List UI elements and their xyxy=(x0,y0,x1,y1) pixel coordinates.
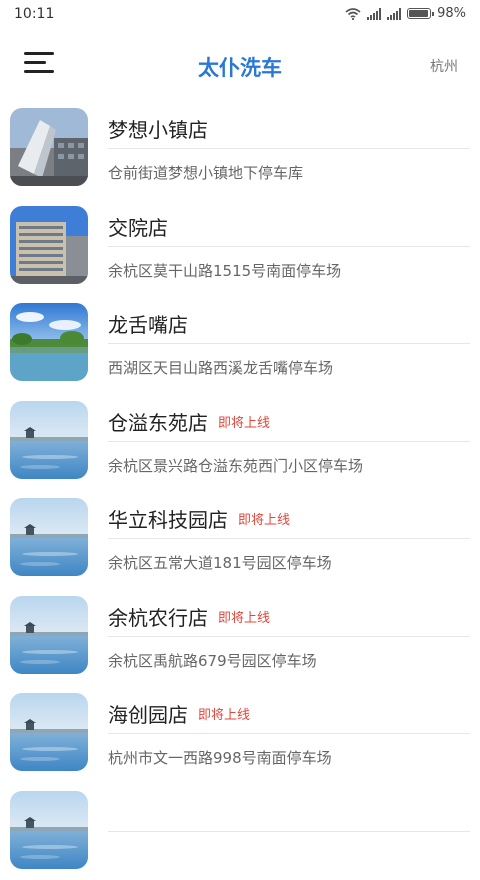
store-thumbnail xyxy=(10,206,88,284)
store-name-row: 仓溢东苑店即将上线 xyxy=(108,407,270,436)
store-name-row: 海创园店即将上线 xyxy=(108,699,250,728)
store-thumbnail xyxy=(10,791,88,869)
store-name: 仓溢东苑店 xyxy=(108,407,208,436)
store-name: 华立科技园店 xyxy=(108,504,228,533)
store-thumbnail xyxy=(10,596,88,674)
signal-icon xyxy=(367,8,381,20)
store-list-item[interactable]: 海创园店即将上线杭州市文一西路998号南面停车场 xyxy=(0,685,480,783)
store-address: 余杭区莫干山路1515号南面停车场 xyxy=(108,260,341,281)
store-thumbnail xyxy=(10,401,88,479)
store-list-item[interactable]: 梦想小镇店仓前街道梦想小镇地下停车库 xyxy=(0,100,480,198)
divider xyxy=(108,246,470,247)
store-list-item[interactable]: 交院店余杭区莫干山路1515号南面停车场 xyxy=(0,198,480,296)
battery-icon xyxy=(407,8,431,19)
coming-soon-badge: 即将上线 xyxy=(218,412,270,431)
store-name: 海创园店 xyxy=(108,699,188,728)
store-list-item[interactable] xyxy=(0,783,480,880)
store-address: 余杭区禹航路679号园区停车场 xyxy=(108,650,317,671)
status-icons: 98% xyxy=(345,6,466,21)
store-name-row: 余杭农行店即将上线 xyxy=(108,602,270,631)
divider xyxy=(108,636,470,637)
city-selector[interactable]: 杭州 xyxy=(430,56,458,76)
store-thumbnail xyxy=(10,303,88,381)
store-list-item[interactable]: 仓溢东苑店即将上线余杭区景兴路仓溢东苑西门小区停车场 xyxy=(0,393,480,491)
store-list: 梦想小镇店仓前街道梦想小镇地下停车库 交院店余杭区莫干山路1515号南面停车场 … xyxy=(0,100,480,880)
store-address: 余杭区景兴路仓溢东苑西门小区停车场 xyxy=(108,455,363,476)
store-address: 杭州市文一西路998号南面停车场 xyxy=(108,747,332,768)
store-name-row: 梦想小镇店 xyxy=(108,114,208,143)
store-name-row: 交院店 xyxy=(108,212,168,241)
wifi-icon xyxy=(345,8,361,20)
signal-icon-2 xyxy=(387,8,401,20)
battery-percent: 98% xyxy=(437,6,466,21)
divider xyxy=(108,441,470,442)
coming-soon-badge: 即将上线 xyxy=(198,704,250,723)
status-bar: 10:11 98% xyxy=(0,0,480,30)
store-list-item[interactable]: 龙舌嘴店西湖区天目山路西溪龙舌嘴停车场 xyxy=(0,295,480,393)
coming-soon-badge: 即将上线 xyxy=(238,509,290,528)
divider xyxy=(108,148,470,149)
store-list-item[interactable]: 余杭农行店即将上线余杭区禹航路679号园区停车场 xyxy=(0,588,480,686)
status-time: 10:11 xyxy=(14,6,54,22)
store-name: 梦想小镇店 xyxy=(108,114,208,143)
store-thumbnail xyxy=(10,693,88,771)
divider xyxy=(108,343,470,344)
store-name: 交院店 xyxy=(108,212,168,241)
store-address: 仓前街道梦想小镇地下停车库 xyxy=(108,162,303,183)
coming-soon-badge: 即将上线 xyxy=(218,607,270,626)
store-name-row: 华立科技园店即将上线 xyxy=(108,504,290,533)
store-name-row: 龙舌嘴店 xyxy=(108,309,188,338)
divider xyxy=(108,733,470,734)
store-address: 余杭区五常大道181号园区停车场 xyxy=(108,552,332,573)
store-name: 龙舌嘴店 xyxy=(108,309,188,338)
divider xyxy=(108,538,470,539)
store-list-item[interactable]: 华立科技园店即将上线余杭区五常大道181号园区停车场 xyxy=(0,490,480,588)
store-thumbnail xyxy=(10,108,88,186)
store-name: 余杭农行店 xyxy=(108,602,208,631)
store-address: 西湖区天目山路西溪龙舌嘴停车场 xyxy=(108,357,333,378)
app-header: 太仆洗车 杭州 xyxy=(0,30,480,100)
page-title: 太仆洗车 xyxy=(0,52,480,82)
store-thumbnail xyxy=(10,498,88,576)
divider xyxy=(108,831,470,832)
